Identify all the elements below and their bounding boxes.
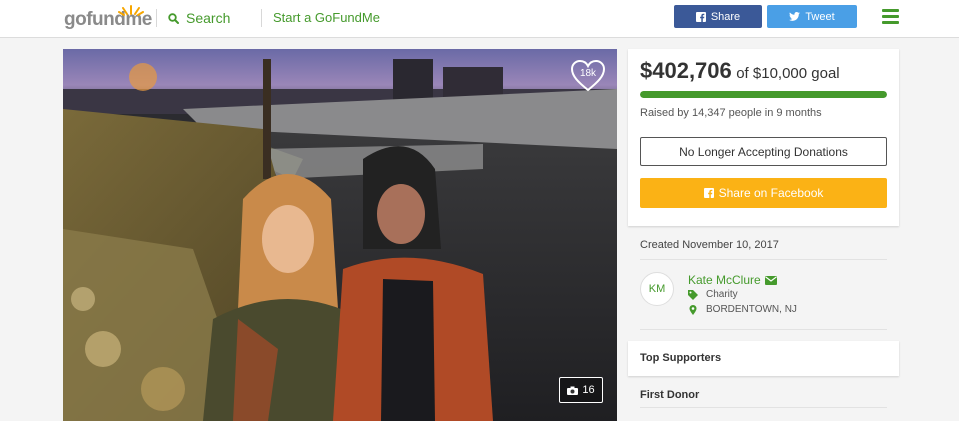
tag-icon xyxy=(688,289,698,300)
envelope-icon[interactable] xyxy=(764,275,777,285)
search-button[interactable]: Search xyxy=(168,9,230,27)
location-text: BORDENTOWN, NJ xyxy=(706,304,797,315)
category-text: Charity xyxy=(706,289,738,300)
created-date: Created November 10, 2017 xyxy=(640,239,779,251)
divider xyxy=(640,329,887,330)
organizer-location: BORDENTOWN, NJ xyxy=(688,304,797,315)
amount-raised: $402,706 of $10,000 goal xyxy=(640,58,840,84)
camera-icon xyxy=(567,386,579,395)
photo-count: 16 xyxy=(582,384,595,396)
divider xyxy=(640,259,887,260)
divider xyxy=(261,9,262,27)
facebook-icon xyxy=(695,11,706,22)
share-on-facebook-button[interactable]: Share on Facebook xyxy=(640,178,887,208)
tweet-label: Tweet xyxy=(805,10,835,23)
progress-bar xyxy=(640,91,887,98)
share-on-facebook-label: Share on Facebook xyxy=(718,186,824,200)
raised-by-text: Raised by 14,347 people in 9 months xyxy=(640,107,822,119)
goal-amount: of $10,000 goal xyxy=(736,65,840,82)
top-navigation-bar: gofundme Search Start a GoFundMe Share T… xyxy=(0,0,959,38)
tweet-button[interactable]: Tweet xyxy=(767,5,857,28)
no-longer-accepting-donations-button: No Longer Accepting Donations xyxy=(640,137,887,166)
search-label: Search xyxy=(186,10,231,26)
search-icon xyxy=(168,12,179,24)
first-donor-heading: First Donor xyxy=(640,389,700,401)
menu-icon[interactable] xyxy=(882,9,899,25)
photo-gallery-button[interactable]: 16 xyxy=(559,377,603,403)
organizer-name-link[interactable]: Kate McClure xyxy=(688,273,777,287)
divider xyxy=(640,407,887,408)
donation-card: $402,706 of $10,000 goal Raised by 14,34… xyxy=(628,49,899,226)
progress-bar-fill xyxy=(640,91,887,98)
organizer-name: Kate McClure xyxy=(688,273,761,287)
organizer-category: Charity xyxy=(688,289,738,300)
heart-count: 18k xyxy=(579,68,597,79)
campaign-photo[interactable]: 18k 16 xyxy=(63,49,617,421)
map-pin-icon xyxy=(689,304,697,315)
campaign-photo-image xyxy=(63,49,617,421)
organizer-avatar: KM xyxy=(640,272,674,306)
top-supporters-section[interactable]: Top Supporters xyxy=(628,341,899,376)
raised-amount: $402,706 xyxy=(640,58,732,83)
facebook-share-button[interactable]: Share xyxy=(674,5,762,28)
twitter-icon xyxy=(789,12,801,21)
heart-button[interactable]: 18k xyxy=(570,59,606,93)
share-label: Share xyxy=(710,10,741,23)
facebook-icon xyxy=(703,188,714,198)
gofundme-logo[interactable]: gofundme xyxy=(64,5,152,31)
top-supporters-heading: Top Supporters xyxy=(640,352,722,364)
start-gofundme-link[interactable]: Start a GoFundMe xyxy=(273,10,380,25)
logo-sun-icon xyxy=(118,5,144,16)
divider xyxy=(156,9,157,27)
